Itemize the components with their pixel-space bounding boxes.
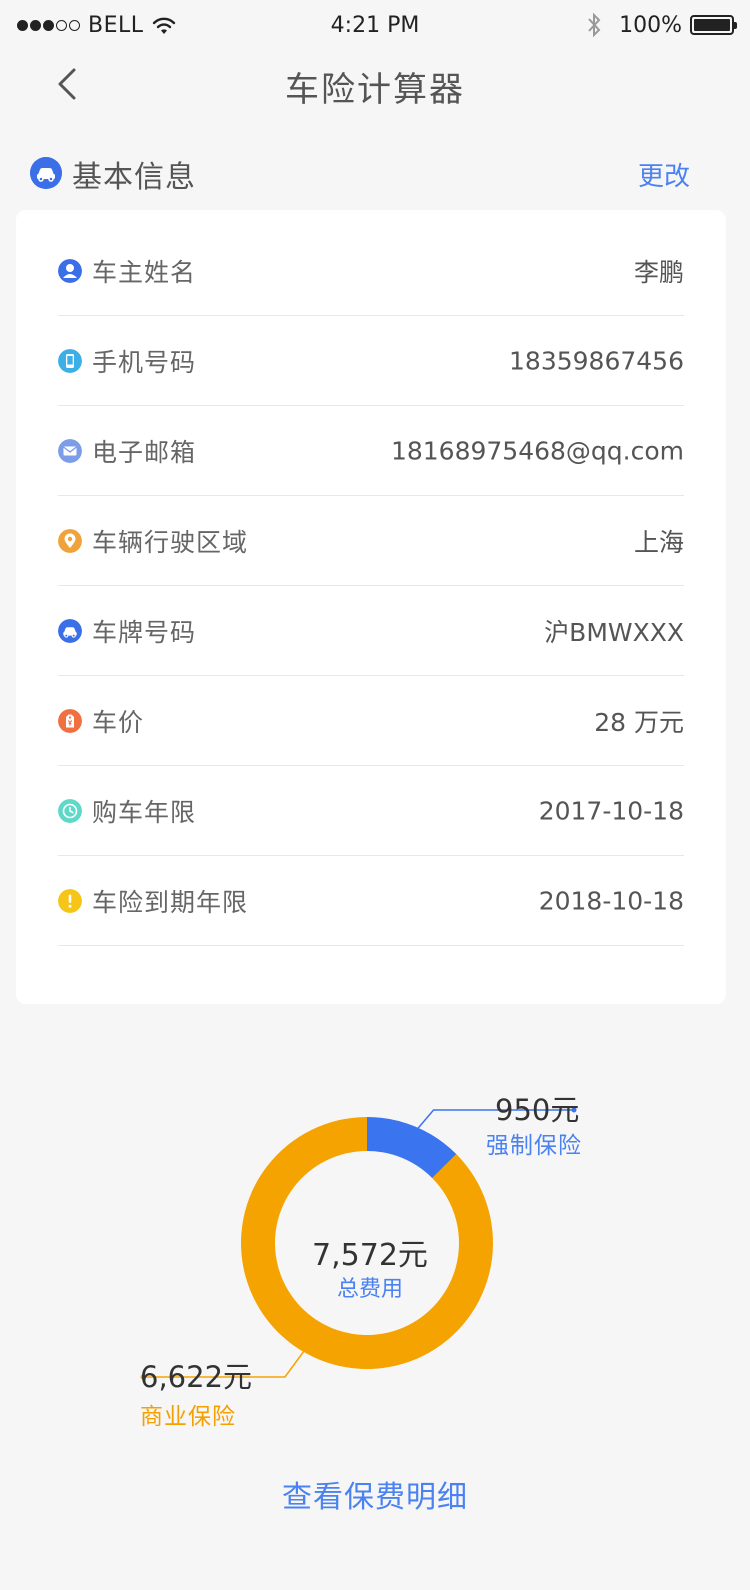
row-value: 2018-10-18 xyxy=(538,886,684,915)
phone-icon xyxy=(58,348,82,373)
row-value: 18168975468@qq.com xyxy=(390,436,684,465)
price-tag-icon xyxy=(58,708,82,733)
battery-percentage: 100% xyxy=(619,12,682,38)
compulsory-amount: 950元 xyxy=(495,1093,580,1127)
edit-button[interactable]: 更改 xyxy=(638,156,690,193)
view-premium-details-link[interactable]: 查看保费明细 xyxy=(0,1472,750,1516)
warning-icon xyxy=(58,888,82,913)
row-value: 18359867456 xyxy=(509,346,684,375)
row-driving-area[interactable]: 车辆行驶区域 上海 xyxy=(58,496,684,586)
mail-icon xyxy=(58,438,82,463)
row-value: 沪BMWXXX xyxy=(544,617,684,647)
navigation-bar: 车险计算器 xyxy=(0,52,750,118)
clock-icon xyxy=(58,798,82,823)
row-label: 购车年限 xyxy=(92,797,197,827)
section-title: 基本信息 xyxy=(72,160,196,195)
bluetooth-icon xyxy=(588,12,601,38)
row-license-plate[interactable]: 车牌号码 沪BMWXXX xyxy=(58,586,684,676)
total-label: 总费用 xyxy=(336,1277,403,1302)
basic-info-header: 基本信息 更改 xyxy=(30,152,690,196)
row-label: 车险到期年限 xyxy=(92,887,249,917)
row-value: 2017-10-18 xyxy=(538,796,684,825)
row-label: 车辆行驶区域 xyxy=(92,527,249,557)
row-phone[interactable]: 手机号码 18359867456 xyxy=(58,316,684,406)
row-label: 电子邮箱 xyxy=(92,437,197,467)
row-value: 28 万元 xyxy=(594,707,684,737)
row-label: 车主姓名 xyxy=(92,257,197,287)
location-pin-icon xyxy=(58,528,82,553)
car-icon xyxy=(30,157,62,189)
row-owner-name[interactable]: 车主姓名 李鹏 xyxy=(58,226,684,316)
total-amount: 7,572元 xyxy=(312,1238,428,1273)
battery-icon xyxy=(690,15,737,35)
row-car-price[interactable]: 车价 28 万元 xyxy=(58,676,684,766)
commercial-amount: 6,622元 xyxy=(140,1360,253,1394)
user-icon xyxy=(58,258,82,283)
status-bar: BELL 4:21 PM 100% xyxy=(0,0,750,52)
commercial-label: 商业保险 xyxy=(140,1404,236,1430)
info-card: 车主姓名 李鹏 手机号码 18359867456 电子邮箱 1816897546… xyxy=(16,210,726,1004)
premium-chart: 7,572元 总费用 950元 强制保险 6,622元 商业保险 xyxy=(0,1080,750,1440)
row-email[interactable]: 电子邮箱 18168975468@qq.com xyxy=(58,406,684,496)
row-label: 手机号码 xyxy=(92,347,197,377)
car-icon xyxy=(58,618,82,643)
row-label: 车价 xyxy=(92,707,145,737)
compulsory-label: 强制保险 xyxy=(486,1133,582,1159)
row-purchase-date[interactable]: 购车年限 2017-10-18 xyxy=(58,766,684,856)
row-label: 车牌号码 xyxy=(92,617,197,647)
row-value: 上海 xyxy=(633,527,684,557)
row-value: 李鹏 xyxy=(633,257,684,287)
status-right: 100% xyxy=(587,12,737,38)
page-title: 车险计算器 xyxy=(285,70,465,110)
row-insurance-expiry[interactable]: 车险到期年限 2018-10-18 xyxy=(58,856,684,946)
